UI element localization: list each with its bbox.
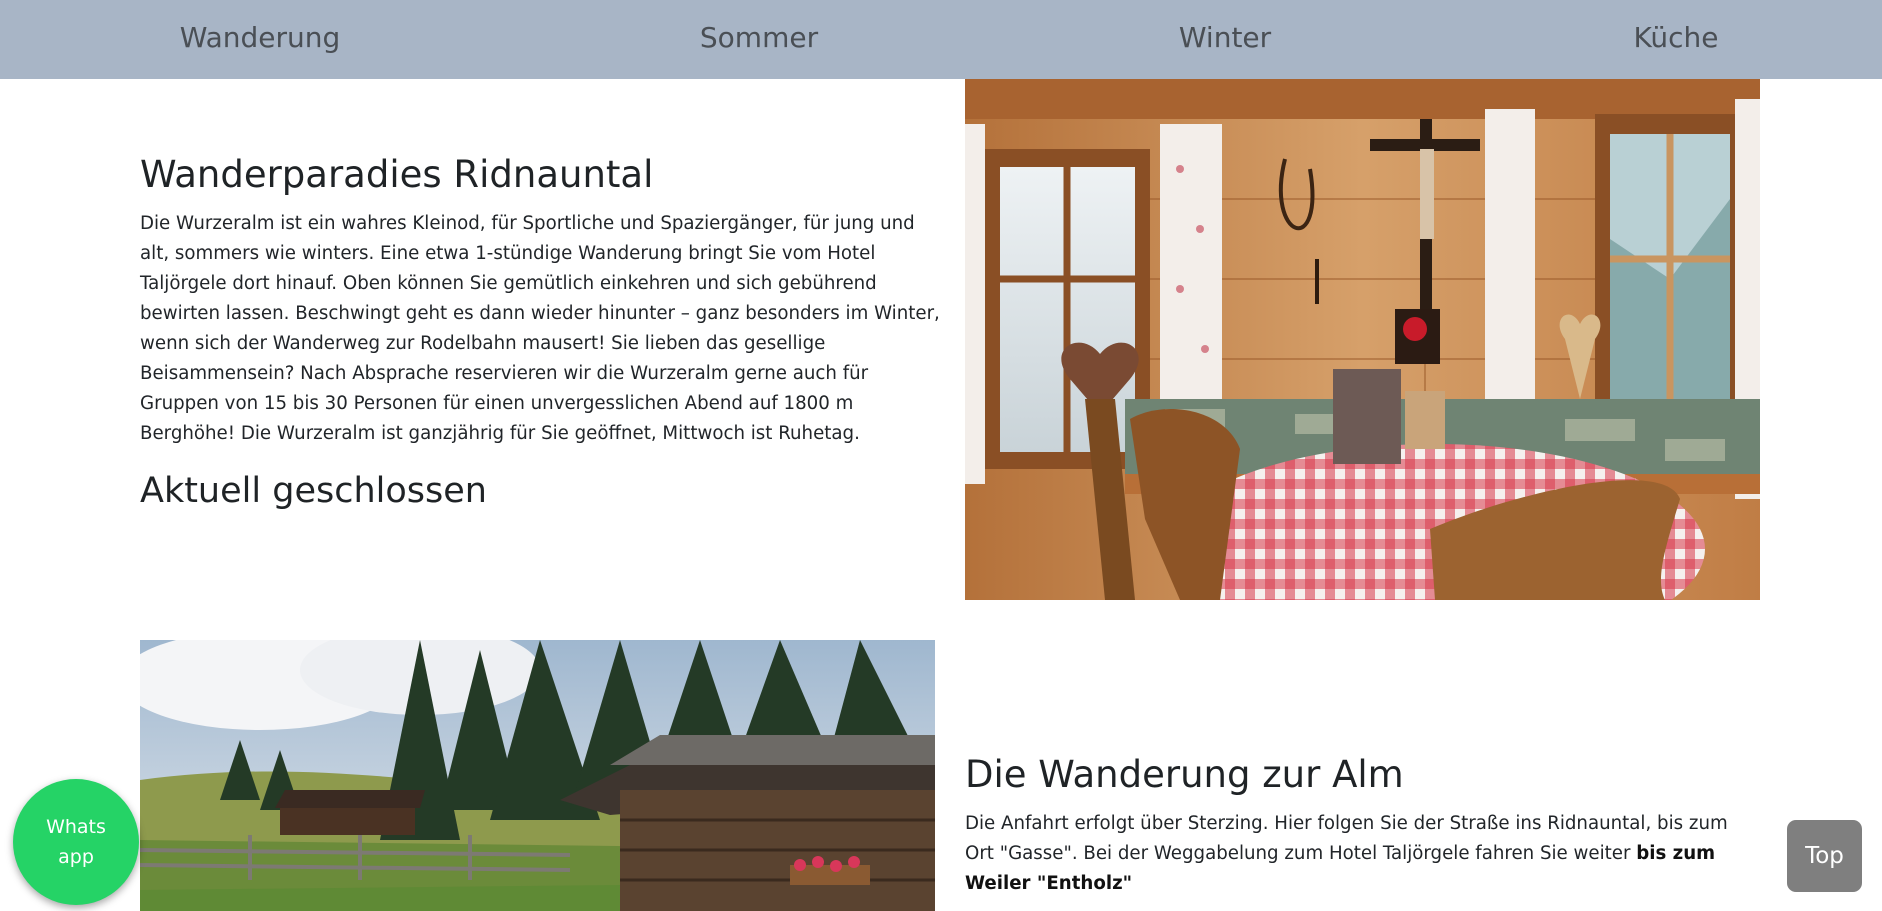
stube-interior-photo [965,79,1760,600]
back-to-top-button[interactable]: Top [1787,820,1862,892]
whatsapp-label: Whats app [46,816,106,868]
section-title-wanderparadies: Wanderparadies Ridnauntal [140,153,654,196]
main-nav: Wanderung Sommer Winter Küche [0,0,1882,79]
intro-paragraph: Die Wurzeralm ist ein wahres Kleinod, fü… [140,213,940,444]
alm-hut-photo [140,640,935,911]
section-title-wanderung-zur-alm: Die Wanderung zur Alm [965,753,1404,796]
nav-item-wanderung[interactable]: Wanderung [180,0,341,79]
route-paragraph: Die Anfahrt erfolgt über Sterzing. Hier … [965,809,1745,899]
nav-item-sommer[interactable]: Sommer [700,0,818,79]
nav-item-kueche[interactable]: Küche [1633,0,1718,79]
route-text: Die Anfahrt erfolgt über Sterzing. Hier … [965,813,1728,864]
status-heading: Aktuell geschlossen [140,471,487,511]
nav-item-winter[interactable]: Winter [1179,0,1271,79]
whatsapp-button[interactable]: Whats app [13,779,139,905]
